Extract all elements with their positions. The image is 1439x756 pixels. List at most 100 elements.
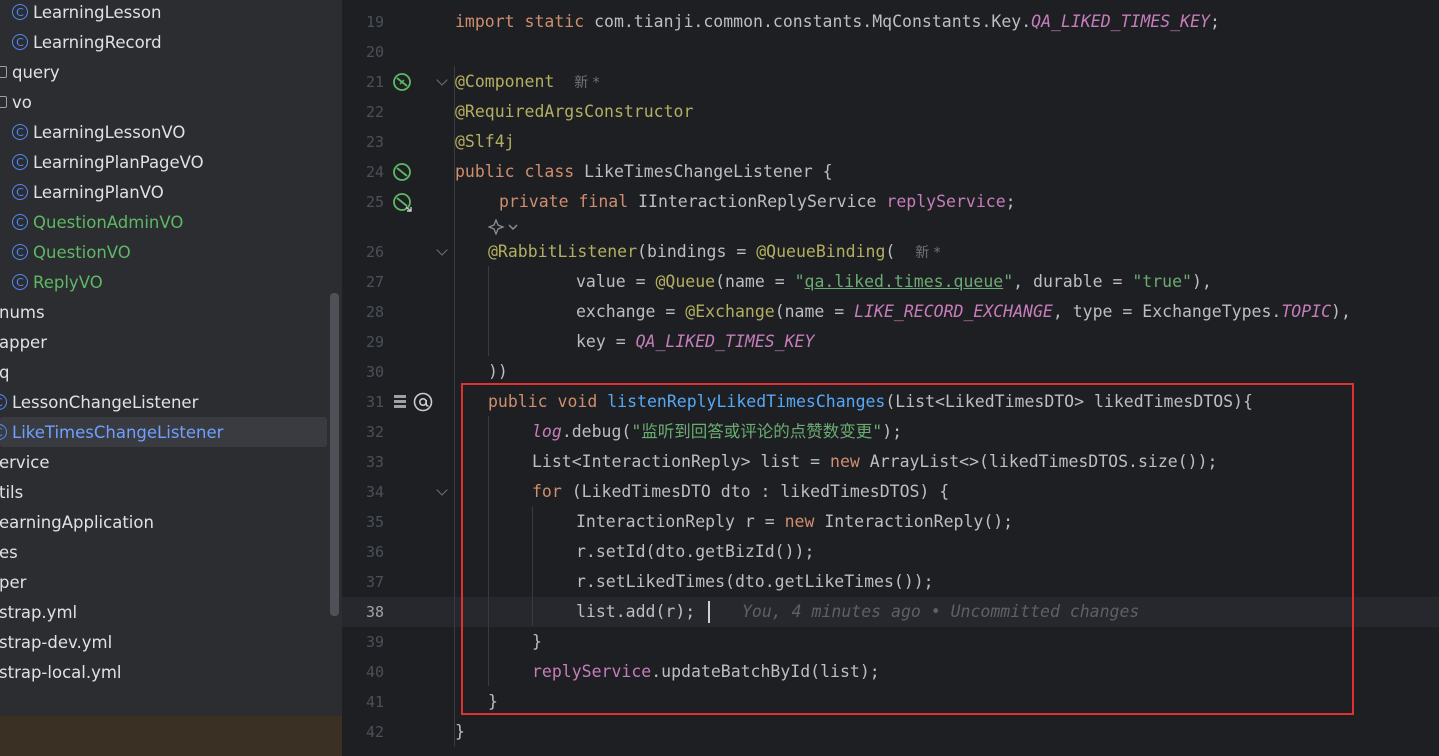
tree-item-service[interactable]: ervice: [0, 447, 327, 477]
line-number: 34: [365, 483, 384, 501]
at-endpoint-icon[interactable]: [412, 391, 434, 413]
tree-item-label: es: [0, 542, 18, 562]
line-number: 24: [365, 163, 384, 181]
code-text: key =: [576, 332, 636, 351]
indent-guide: [488, 266, 489, 356]
spring-bean-icon[interactable]: [392, 162, 412, 182]
class-icon: C: [12, 34, 28, 50]
tree-item-like-times-change-listener[interactable]: C LikeTimesChangeListener: [0, 417, 327, 447]
project-tree-panel: C LearningLesson C LearningRecord query …: [0, 0, 342, 756]
rabbit-queue-icon[interactable]: [392, 393, 408, 411]
constant: LIKE_RECORD_EXCHANGE: [854, 302, 1053, 321]
line-number-current: 38: [365, 603, 384, 621]
autowired-bean-icon[interactable]: [392, 192, 414, 214]
code-line-23: @Slf4j: [455, 127, 515, 157]
tree-item-reply-vo[interactable]: C ReplyVO: [0, 267, 327, 297]
tree-item-learning-application[interactable]: earningApplication: [0, 507, 327, 537]
tree-item-label: strap.yml: [0, 602, 78, 622]
constant: QA_LIKED_TIMES_KEY: [635, 332, 815, 351]
queue-name-string: qa.liked.times.queue: [804, 272, 1004, 291]
tree-item-mq[interactable]: q: [0, 357, 327, 387]
line-number: 39: [365, 633, 384, 651]
string: ": [1003, 272, 1014, 291]
line-number: 31: [365, 393, 384, 411]
tree-item-question-vo[interactable]: C QuestionVO: [0, 237, 327, 267]
tree-item-learning-plan-page-vo[interactable]: C LearningPlanPageVO: [0, 147, 327, 177]
class-icon: C: [12, 244, 28, 260]
line-number: 22: [365, 103, 384, 121]
code-line-42: }: [455, 717, 465, 747]
tree-item-label: LearningPlanPageVO: [33, 152, 204, 172]
punct: ),: [1191, 272, 1212, 291]
tree-item-label: earningApplication: [0, 512, 154, 532]
class-icon: C: [12, 274, 28, 290]
tree-item-label: LearningLesson: [33, 2, 162, 22]
tree-item-bootstrap-dev-yml[interactable]: strap-dev.yml: [0, 627, 327, 657]
tree-item-bootstrap-local-yml[interactable]: strap-local.yml: [0, 657, 327, 687]
tree-item-learning-plan-vo[interactable]: C LearningPlanVO: [0, 177, 327, 207]
fold-chevron-icon[interactable]: [436, 244, 448, 256]
tree-item-label: q: [0, 362, 10, 382]
punct: ),: [1331, 302, 1351, 321]
code-text: , type = ExchangeTypes.: [1052, 302, 1282, 321]
tree-scrollbar[interactable]: [330, 293, 339, 616]
code-line-28: exchange = @Exchange(name = LIKE_RECORD_…: [576, 297, 1351, 327]
package-icon: [0, 66, 7, 78]
spring-bean-icon[interactable]: [392, 72, 412, 92]
package-icon: [0, 96, 7, 108]
inlay-new-hint[interactable]: 新 *: [915, 245, 940, 261]
line-number: 35: [365, 513, 384, 531]
line-number: 20: [365, 43, 384, 61]
annotation: @Queue: [655, 272, 716, 291]
tree-bottom-strip: [0, 716, 342, 756]
line-number: 27: [365, 273, 384, 291]
tree-item-vo[interactable]: vo: [0, 87, 327, 117]
tree-item-utils[interactable]: tils: [0, 477, 327, 507]
tree-item-label: LearningLessonVO: [33, 122, 186, 142]
line-number: 41: [365, 693, 384, 711]
constant: QA_LIKED_TIMES_KEY: [1031, 12, 1210, 31]
tree-item-resources[interactable]: es: [0, 537, 327, 567]
tree-item-mapper[interactable]: apper: [0, 327, 327, 357]
tree-item-learning-lesson[interactable]: C LearningLesson: [0, 0, 327, 27]
fold-chevron-icon[interactable]: [436, 74, 448, 86]
code-line-19: import static com.tianji.common.constant…: [455, 7, 1220, 37]
code-line-22: @RequiredArgsConstructor: [455, 97, 693, 127]
tree-item-label: apper: [0, 332, 47, 352]
line-number: 26: [365, 243, 384, 261]
code-text: value =: [576, 272, 656, 291]
annotation: @Component: [455, 72, 555, 91]
class-icon: C: [12, 124, 28, 140]
class-icon: C: [12, 214, 28, 230]
tree-item-query[interactable]: query: [0, 57, 327, 87]
code-line-29: key = QA_LIKED_TIMES_KEY: [576, 327, 814, 357]
class-icon: C: [12, 154, 28, 170]
class-icon: C: [0, 394, 7, 410]
tree-item-label: LikeTimesChangeListener: [12, 422, 224, 442]
class-name: LikeTimesChangeListener {: [574, 162, 833, 181]
line-number: 32: [365, 423, 384, 441]
tree-item-label: LearningPlanVO: [33, 182, 164, 202]
annotation: @Exchange: [685, 302, 775, 321]
tree-item-label: LessonChangeListener: [12, 392, 199, 412]
tree-item-enums[interactable]: nums: [0, 297, 327, 327]
tree-item-learning-record[interactable]: C LearningRecord: [0, 27, 327, 57]
code-line-25: private final IInteractionReplyService r…: [499, 187, 1016, 217]
fold-chevron-icon[interactable]: [436, 484, 448, 496]
tree-item-lesson-change-listener[interactable]: C LessonChangeListener: [0, 387, 327, 417]
constant: TOPIC: [1281, 302, 1332, 321]
tree-item-mapper-xml[interactable]: per: [0, 567, 327, 597]
ai-assistant-icon[interactable]: [488, 219, 522, 235]
code-text: (name =: [715, 272, 795, 291]
annotation: @QueueBinding: [756, 242, 886, 261]
tree-item-bootstrap-yml[interactable]: strap.yml: [0, 597, 327, 627]
tree-item-question-admin-vo[interactable]: C QuestionAdminVO: [0, 207, 327, 237]
inlay-new-hint[interactable]: 新 *: [574, 75, 599, 91]
tree-item-learning-lesson-vo[interactable]: C LearningLessonVO: [0, 117, 327, 147]
annotation: @RabbitListener: [488, 242, 638, 261]
highlight-box: [461, 383, 1354, 715]
code-text: (bindings =: [637, 242, 757, 261]
punct: ;: [1005, 192, 1016, 211]
code-line-21: @Component 新 *: [455, 67, 600, 97]
keyword: public class: [455, 162, 575, 181]
